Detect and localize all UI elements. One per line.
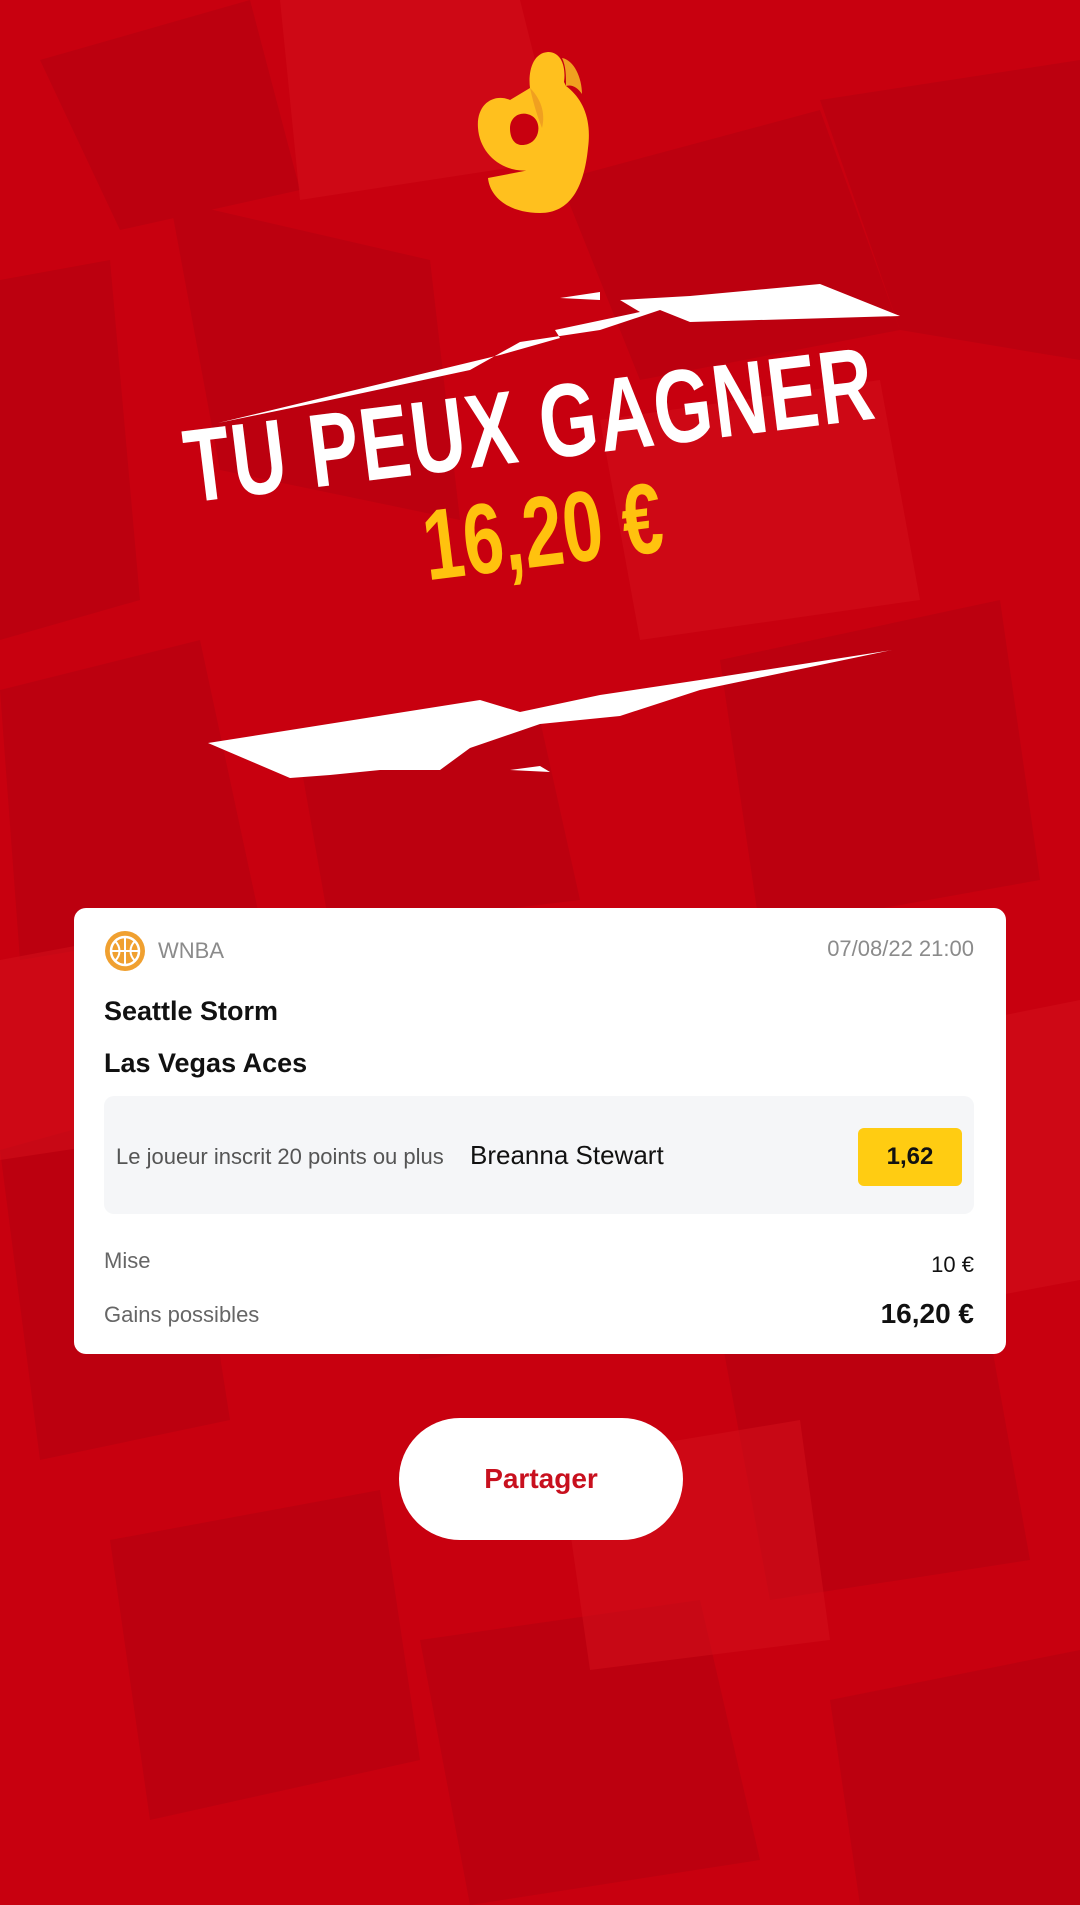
- basketball-icon: [105, 931, 145, 971]
- stake-value: 10 €: [931, 1252, 974, 1277]
- selection-player: Breanna Stewart: [470, 1140, 664, 1170]
- home-team: Seattle Storm: [104, 996, 279, 1026]
- potential-gain-value: 16,20 €: [880, 1298, 974, 1329]
- share-button[interactable]: Partager: [399, 1418, 683, 1540]
- market-label: Le joueur inscrit 20 points ou plus: [116, 1144, 444, 1169]
- league-name: WNBA: [158, 938, 224, 963]
- away-team: Las Vegas Aces: [104, 1048, 308, 1078]
- potential-gain-label: Gains possibles: [104, 1302, 260, 1327]
- ok-hand-icon: [477, 52, 589, 213]
- stake-label: Mise: [104, 1248, 151, 1273]
- odds-badge: 1,62: [858, 1128, 962, 1186]
- bet-selection: Le joueur inscrit 20 points ou plus Brea…: [104, 1096, 974, 1214]
- match-datetime: 07/08/22 21:00: [827, 936, 974, 961]
- bet-card: WNBA 07/08/22 21:00 Seattle Storm Las Ve…: [74, 908, 1006, 1354]
